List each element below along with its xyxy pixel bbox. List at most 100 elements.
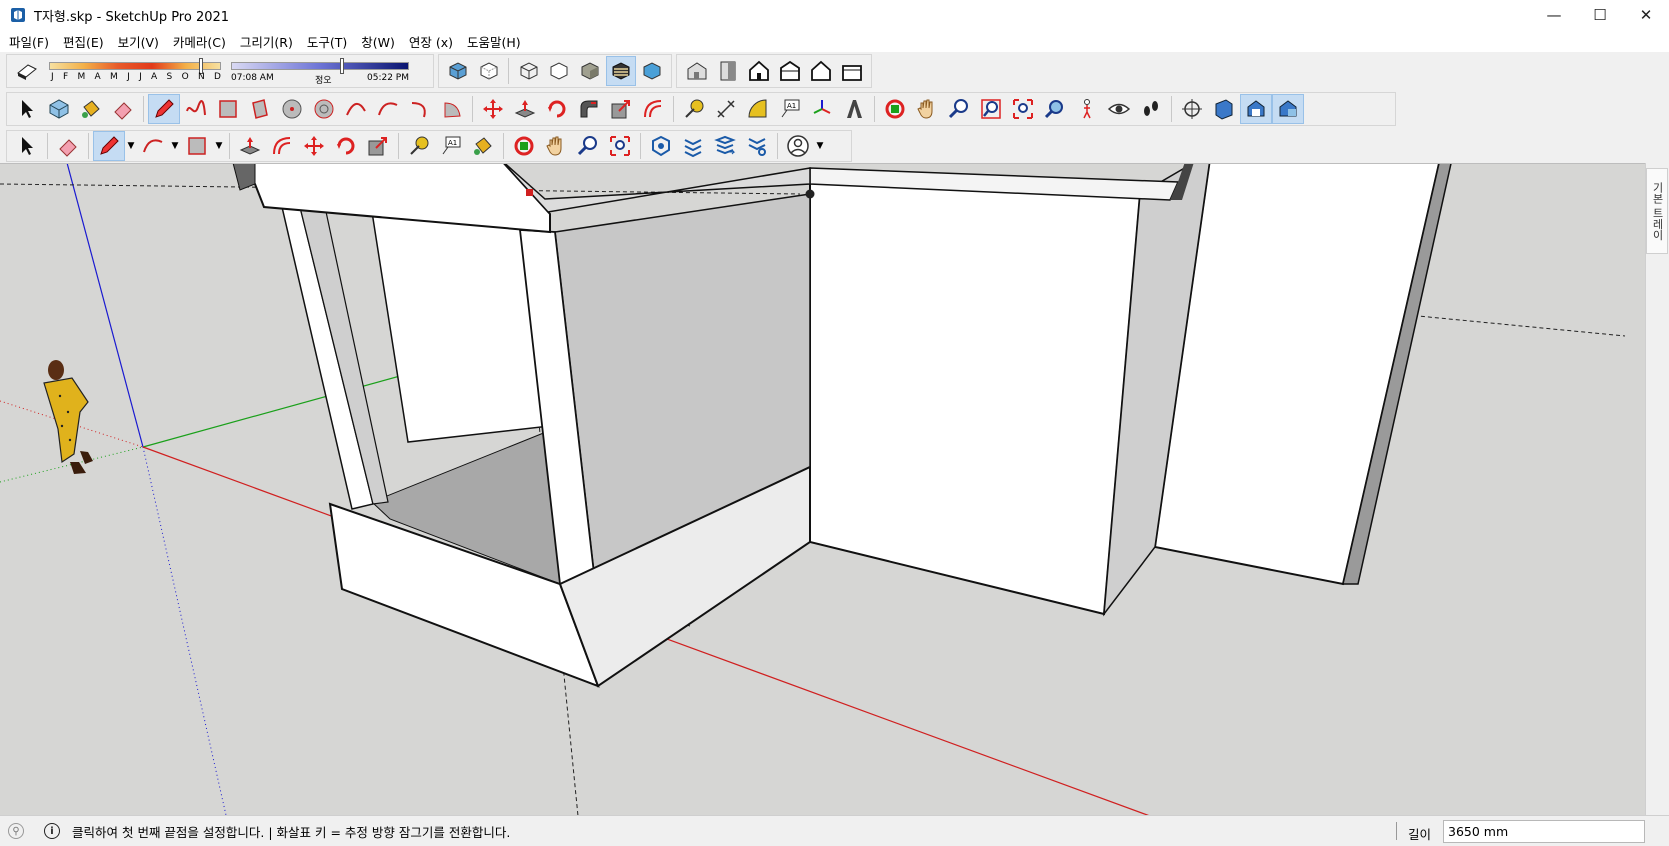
account-dropdown-caret[interactable]: ▼ <box>814 131 826 161</box>
circle-button[interactable] <box>276 94 308 124</box>
tape-measure-button[interactable] <box>678 94 710 124</box>
menu-edit[interactable]: 편집(E) <box>56 32 111 51</box>
move-button[interactable] <box>477 94 509 124</box>
walk-button[interactable] <box>1135 94 1167 124</box>
extension-manager-button[interactable] <box>741 131 773 161</box>
move-button-small[interactable] <box>298 131 330 161</box>
monochrome-button[interactable] <box>636 56 667 86</box>
display-section-cuts-button[interactable] <box>1240 94 1272 124</box>
menu-draw[interactable]: 그리기(R) <box>233 32 300 51</box>
layout-button[interactable] <box>709 131 741 161</box>
back-edges-button[interactable] <box>474 56 505 86</box>
display-section-fill-button[interactable] <box>1272 94 1304 124</box>
zoom-extents-button-small[interactable] <box>604 131 636 161</box>
zoom-window-button[interactable] <box>975 94 1007 124</box>
text-button[interactable]: A1 <box>774 94 806 124</box>
display-section-planes-button[interactable] <box>1208 94 1240 124</box>
scale-button[interactable] <box>605 94 637 124</box>
account-button[interactable] <box>782 131 814 161</box>
time-slider[interactable]: 07:08 AM 정오 05:22 PM <box>231 56 409 86</box>
default-tray-tab[interactable]: 기본 트레이 <box>1646 168 1668 254</box>
zoom-button[interactable] <box>943 94 975 124</box>
rotated-rectangle-button[interactable] <box>244 94 276 124</box>
hidden-line-button[interactable] <box>544 56 575 86</box>
scale-button-small[interactable] <box>362 131 394 161</box>
orbit-button[interactable] <box>879 94 911 124</box>
pie-button[interactable] <box>436 94 468 124</box>
line-dropdown-caret[interactable]: ▼ <box>125 131 137 161</box>
back-view-icon <box>810 60 831 81</box>
3d-text-button[interactable] <box>838 94 870 124</box>
zoom-extents-button[interactable] <box>1007 94 1039 124</box>
select-tool-button[interactable] <box>11 94 43 124</box>
back-view-button[interactable] <box>805 56 836 86</box>
shaded-button[interactable] <box>575 56 606 86</box>
iso-view-button[interactable] <box>681 56 712 86</box>
front-view-button[interactable] <box>743 56 774 86</box>
arc-button[interactable] <box>340 94 372 124</box>
maximize-button[interactable]: ☐ <box>1577 0 1623 30</box>
rotate-button[interactable] <box>541 94 573 124</box>
push-pull-button[interactable] <box>509 94 541 124</box>
push-pull-button-small[interactable] <box>234 131 266 161</box>
pan-button-small[interactable] <box>540 131 572 161</box>
eraser-button[interactable] <box>107 94 139 124</box>
freehand-button[interactable] <box>180 94 212 124</box>
drawing-viewport[interactable] <box>0 163 1645 815</box>
month-label: D <box>214 72 221 82</box>
section-plane-button[interactable] <box>1176 94 1208 124</box>
line-button-small[interactable] <box>93 131 125 161</box>
previous-view-button[interactable] <box>1039 94 1071 124</box>
measurements-input[interactable] <box>1443 820 1645 843</box>
zoom-button-small[interactable] <box>572 131 604 161</box>
menu-view[interactable]: 보기(V) <box>111 32 166 51</box>
shadow-toggle-button[interactable] <box>11 56 43 86</box>
protractor-button[interactable] <box>742 94 774 124</box>
dimension-button[interactable] <box>710 94 742 124</box>
menu-window[interactable]: 창(W) <box>354 32 402 51</box>
follow-me-button[interactable] <box>573 94 605 124</box>
xray-button[interactable] <box>443 56 474 86</box>
axes-button[interactable] <box>806 94 838 124</box>
orbit-button-small[interactable] <box>508 131 540 161</box>
select-button-small[interactable] <box>11 131 43 161</box>
3d-warehouse-button[interactable] <box>645 131 677 161</box>
menu-camera[interactable]: 카메라(C) <box>166 32 233 51</box>
paint-bucket-button[interactable] <box>75 94 107 124</box>
shapes-button-small[interactable] <box>181 131 213 161</box>
geo-location-icon[interactable]: ⚲ <box>8 823 24 839</box>
paint-bucket-button-small[interactable] <box>467 131 499 161</box>
instructor-info-icon[interactable]: i <box>44 823 60 839</box>
minimize-button[interactable]: — <box>1531 0 1577 30</box>
menu-file[interactable]: 파일(F) <box>2 32 56 51</box>
left-view-button[interactable] <box>836 56 867 86</box>
3point-arc-button[interactable] <box>404 94 436 124</box>
shaded-textures-button[interactable] <box>605 56 637 86</box>
line-tool-button[interactable] <box>148 94 180 124</box>
offset-button[interactable] <box>637 94 669 124</box>
component-button[interactable] <box>43 94 75 124</box>
month-slider[interactable]: J F M A M J J A S O N D <box>49 56 221 86</box>
menu-extensions[interactable]: 연장 (x) <box>402 32 460 51</box>
wireframe-button[interactable] <box>513 56 544 86</box>
shapes-dropdown-caret[interactable]: ▼ <box>213 131 225 161</box>
eraser-button-small[interactable] <box>52 131 84 161</box>
menu-help[interactable]: 도움말(H) <box>460 32 528 51</box>
rectangle-button[interactable] <box>212 94 244 124</box>
right-view-button[interactable] <box>774 56 805 86</box>
look-around-button[interactable] <box>1103 94 1135 124</box>
offset-button-small[interactable] <box>266 131 298 161</box>
position-camera-button[interactable] <box>1071 94 1103 124</box>
menu-tools[interactable]: 도구(T) <box>300 32 354 51</box>
arc-button-small[interactable] <box>137 131 169 161</box>
tape-measure-button-small[interactable] <box>403 131 435 161</box>
arc-dropdown-caret[interactable]: ▼ <box>169 131 181 161</box>
polygon-button[interactable] <box>308 94 340 124</box>
2point-arc-button[interactable] <box>372 94 404 124</box>
text-button-small[interactable]: A1 <box>435 131 467 161</box>
close-button[interactable]: ✕ <box>1623 0 1669 30</box>
top-view-button[interactable] <box>712 56 743 86</box>
rotate-button-small[interactable] <box>330 131 362 161</box>
extension-warehouse-button[interactable] <box>677 131 709 161</box>
pan-button[interactable] <box>911 94 943 124</box>
